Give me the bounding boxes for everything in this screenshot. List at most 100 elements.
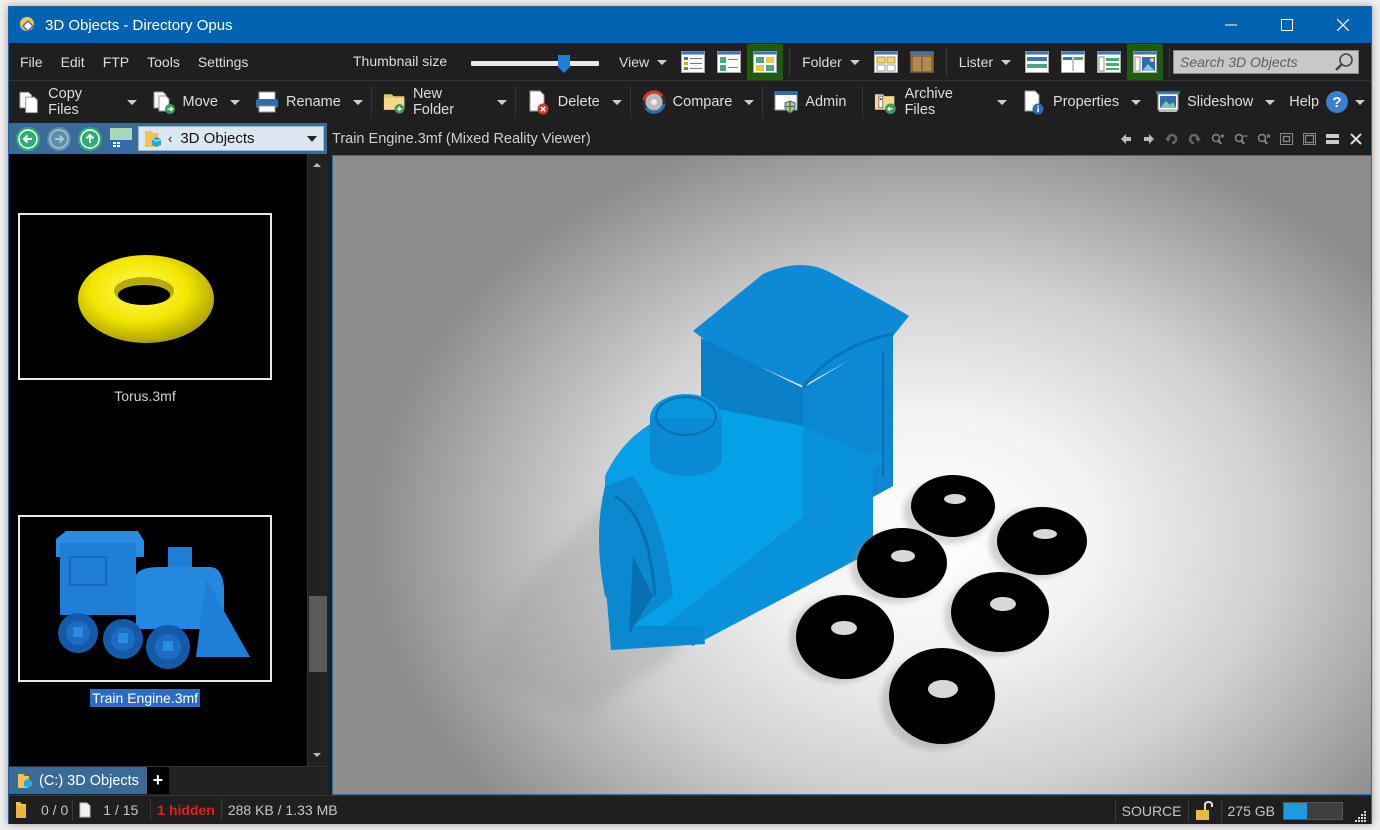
folder-dropdown-caret[interactable] xyxy=(849,59,860,65)
properties-button[interactable]: Properties xyxy=(1013,82,1147,122)
new-folder-dropdown[interactable] xyxy=(496,99,507,105)
thumbnail-size-slider[interactable] xyxy=(471,55,599,73)
lister-single-button[interactable] xyxy=(1019,44,1055,80)
lister-dual-icon xyxy=(1061,51,1086,73)
folder-layout-button[interactable] xyxy=(868,44,904,80)
archive-files-button[interactable]: Archive Files xyxy=(865,82,1013,122)
file-name[interactable]: Torus.3mf xyxy=(18,388,272,404)
lister-dropdown-caret[interactable] xyxy=(1001,59,1012,65)
help-dropdown[interactable] xyxy=(1355,99,1366,105)
viewer-zoom-in-button[interactable] xyxy=(1206,127,1229,150)
slideshow-button[interactable]: Slideshow xyxy=(1147,82,1281,122)
admin-button[interactable]: Admin xyxy=(765,82,860,122)
fullsize-icon xyxy=(1303,132,1316,145)
viewer-zoom-reset-button[interactable] xyxy=(1252,127,1275,150)
compare-button[interactable]: Compare xyxy=(633,82,761,122)
maximize-button[interactable] xyxy=(1259,7,1315,43)
resize-grip-icon[interactable] xyxy=(1353,809,1367,823)
properties-label: Properties xyxy=(1053,94,1120,110)
minimize-button[interactable] xyxy=(1203,7,1259,43)
rename-dropdown[interactable] xyxy=(352,99,363,105)
toggle-tree-button[interactable] xyxy=(110,127,132,150)
compare-dropdown[interactable] xyxy=(744,99,755,105)
up-button[interactable] xyxy=(78,126,102,151)
separator xyxy=(220,799,222,821)
viewer-close-button[interactable] xyxy=(1344,127,1367,150)
menu-tools[interactable]: Tools xyxy=(138,54,189,70)
admin-icon xyxy=(774,91,798,114)
help-button[interactable]: Help ? xyxy=(1281,82,1371,122)
search-icon[interactable] xyxy=(1334,52,1354,72)
file-name[interactable]: Train Engine.3mf xyxy=(18,689,272,707)
close-button[interactable] xyxy=(1315,7,1371,43)
file-list-scrollbar[interactable] xyxy=(307,154,327,766)
folder-dropdown-label[interactable]: Folder xyxy=(802,54,842,70)
view-dropdown-label[interactable]: View xyxy=(619,54,649,70)
breadcrumb-current[interactable]: 3D Objects xyxy=(180,130,254,147)
lister-dropdown-label[interactable]: Lister xyxy=(959,54,993,70)
separator xyxy=(789,47,791,77)
location-dropdown-caret[interactable] xyxy=(307,136,317,142)
forward-button[interactable] xyxy=(47,126,71,151)
viewer-fit-button[interactable] xyxy=(1275,127,1298,150)
folder-options-button[interactable] xyxy=(904,44,940,80)
lister-tree-button[interactable] xyxy=(1091,44,1127,80)
menu-file[interactable]: File xyxy=(11,54,52,70)
viewer-previous-button[interactable] xyxy=(1114,127,1137,150)
scrollbar-thumb[interactable] xyxy=(309,596,327,672)
view-tiles-button[interactable] xyxy=(711,44,747,80)
lister-dual-button[interactable] xyxy=(1055,44,1091,80)
viewer-zoom-out-button[interactable] xyxy=(1229,127,1252,150)
slider-thumb[interactable] xyxy=(558,55,570,73)
viewer-title: Train Engine.3mf (Mixed Reality Viewer) xyxy=(332,130,591,147)
hidden-count[interactable]: 1 hidden xyxy=(157,802,215,818)
thumbnail-frame[interactable] xyxy=(18,515,272,682)
unlocked-padlock-icon[interactable] xyxy=(1195,800,1215,821)
move-dropdown[interactable] xyxy=(229,99,240,105)
archive-files-dropdown[interactable] xyxy=(997,99,1008,105)
3d-viewer[interactable] xyxy=(332,155,1372,795)
rename-button[interactable]: Rename xyxy=(246,82,369,122)
menu-settings[interactable]: Settings xyxy=(189,54,258,70)
scroll-down-arrow[interactable] xyxy=(313,753,321,757)
delete-button[interactable]: Delete xyxy=(518,82,628,122)
selection-size: 288 KB / 1.33 MB xyxy=(227,802,338,818)
new-tab-button[interactable]: + xyxy=(146,767,169,794)
copy-files-button[interactable]: Copy Files xyxy=(9,82,143,122)
file-item-torus[interactable]: Torus.3mf xyxy=(18,213,272,404)
viewer-split-button[interactable] xyxy=(1321,127,1344,150)
rotate-right-icon xyxy=(1188,133,1201,144)
separator xyxy=(150,799,152,821)
viewer-rotate-left-button[interactable] xyxy=(1160,127,1183,150)
properties-dropdown[interactable] xyxy=(1131,99,1142,105)
menu-edit[interactable]: Edit xyxy=(52,54,94,70)
search-input[interactable] xyxy=(1174,54,1334,70)
location-bar[interactable]: ‹ 3D Objects xyxy=(138,126,324,151)
lister-single-icon xyxy=(1025,51,1050,73)
view-details-button[interactable] xyxy=(675,44,711,80)
viewer-next-button[interactable] xyxy=(1137,127,1160,150)
folder-tab[interactable]: (C:) 3D Objects xyxy=(9,767,147,794)
menu-ftp[interactable]: FTP xyxy=(94,54,138,70)
close-icon xyxy=(1349,132,1362,145)
viewer-fullsize-button[interactable] xyxy=(1298,127,1321,150)
move-icon xyxy=(153,91,175,114)
thumbnail-frame[interactable] xyxy=(18,213,272,380)
delete-dropdown[interactable] xyxy=(611,99,622,105)
move-button[interactable]: Move xyxy=(143,82,246,122)
slideshow-dropdown[interactable] xyxy=(1265,99,1276,105)
breadcrumb-separator[interactable]: ‹ xyxy=(168,131,172,146)
back-button[interactable] xyxy=(16,126,40,151)
lister-viewer-button[interactable] xyxy=(1127,44,1164,80)
file-item-train-engine[interactable]: Train Engine.3mf xyxy=(18,515,272,707)
search-box[interactable] xyxy=(1173,50,1359,74)
view-dropdown-caret[interactable] xyxy=(657,59,668,65)
file-list-pane[interactable]: Torus.3mf Train Engine.3mf xyxy=(9,154,307,766)
viewer-rotate-right-button[interactable] xyxy=(1183,127,1206,150)
view-thumbnails-button[interactable] xyxy=(747,44,784,80)
archive-icon xyxy=(875,94,897,115)
folder-tree-icon xyxy=(110,127,132,150)
copy-files-dropdown[interactable] xyxy=(126,99,137,105)
new-folder-button[interactable]: New Folder xyxy=(374,82,513,122)
scroll-up-arrow[interactable] xyxy=(313,163,321,167)
